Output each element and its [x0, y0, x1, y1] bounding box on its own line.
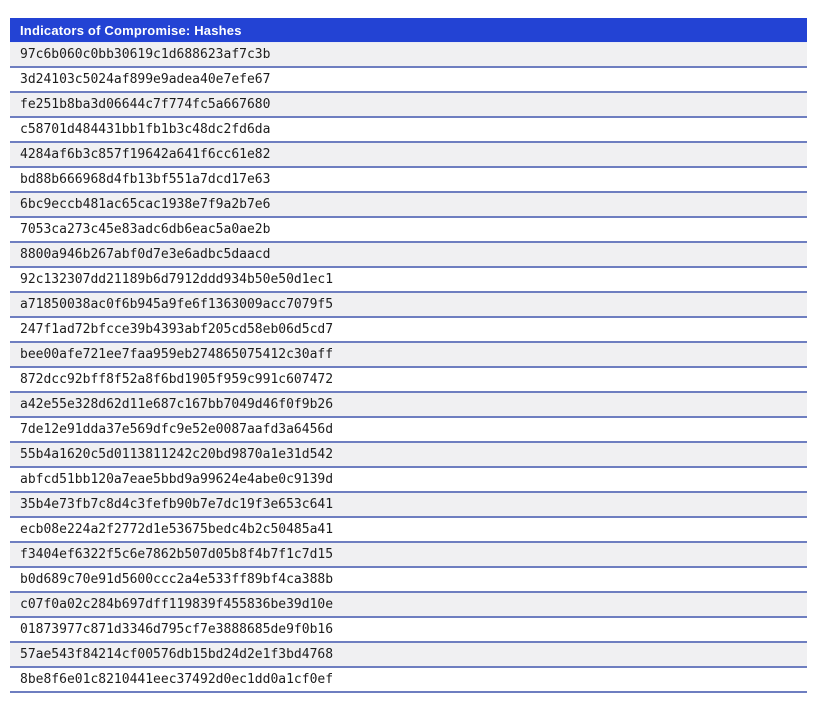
- table-title: Indicators of Compromise: Hashes: [10, 18, 807, 43]
- table-row: 6bc9eccb481ac65cac1938e7f9a2b7e6: [10, 192, 807, 217]
- hash-value: b0d689c70e91d5600ccc2a4e533ff89bf4ca388b: [10, 567, 807, 592]
- table-row: 872dcc92bff8f52a8f6bd1905f959c991c607472: [10, 367, 807, 392]
- hash-value: fe251b8ba3d06644c7f774fc5a667680: [10, 92, 807, 117]
- hash-value: 7de12e91dda37e569dfc9e52e0087aafd3a6456d: [10, 417, 807, 442]
- table-row: ecb08e224a2f2772d1e53675bedc4b2c50485a41: [10, 517, 807, 542]
- hash-value: 6bc9eccb481ac65cac1938e7f9a2b7e6: [10, 192, 807, 217]
- hash-value: ecb08e224a2f2772d1e53675bedc4b2c50485a41: [10, 517, 807, 542]
- table-row: 35b4e73fb7c8d4c3fefb90b7e7dc19f3e653c641: [10, 492, 807, 517]
- hash-value: a71850038ac0f6b945a9fe6f1363009acc7079f5: [10, 292, 807, 317]
- ioc-table: Indicators of Compromise: Hashes 97c6b06…: [10, 18, 807, 693]
- hash-value: 97c6b060c0bb30619c1d688623af7c3b: [10, 43, 807, 68]
- hash-value: a42e55e328d62d11e687c167bb7049d46f0f9b26: [10, 392, 807, 417]
- table-row: b0d689c70e91d5600ccc2a4e533ff89bf4ca388b: [10, 567, 807, 592]
- table-row: a42e55e328d62d11e687c167bb7049d46f0f9b26: [10, 392, 807, 417]
- hash-list: 97c6b060c0bb30619c1d688623af7c3b 3d24103…: [10, 43, 807, 693]
- table-row: 8800a946b267abf0d7e3e6adbc5daacd: [10, 242, 807, 267]
- hash-value: 7053ca273c45e83adc6db6eac5a0ae2b: [10, 217, 807, 242]
- table-row: 01873977c871d3346d795cf7e3888685de9f0b16: [10, 617, 807, 642]
- table-row: 7053ca273c45e83adc6db6eac5a0ae2b: [10, 217, 807, 242]
- table-row: abfcd51bb120a7eae5bbd9a99624e4abe0c9139d: [10, 467, 807, 492]
- hash-value: 8be8f6e01c8210441eec37492d0ec1dd0a1cf0ef: [10, 667, 807, 692]
- table-row: a71850038ac0f6b945a9fe6f1363009acc7079f5: [10, 292, 807, 317]
- table-row: c58701d484431bb1fb1b3c48dc2fd6da: [10, 117, 807, 142]
- hash-value: 3d24103c5024af899e9adea40e7efe67: [10, 67, 807, 92]
- hash-value: 55b4a1620c5d0113811242c20bd9870a1e31d542: [10, 442, 807, 467]
- table-row: bee00afe721ee7faa959eb274865075412c30aff: [10, 342, 807, 367]
- hash-value: f3404ef6322f5c6e7862b507d05b8f4b7f1c7d15: [10, 542, 807, 567]
- table-row: 7de12e91dda37e569dfc9e52e0087aafd3a6456d: [10, 417, 807, 442]
- table-header-row: Indicators of Compromise: Hashes: [10, 18, 807, 43]
- hash-value: 4284af6b3c857f19642a641f6cc61e82: [10, 142, 807, 167]
- table-row: 97c6b060c0bb30619c1d688623af7c3b: [10, 43, 807, 68]
- hash-value: 8800a946b267abf0d7e3e6adbc5daacd: [10, 242, 807, 267]
- table-row: f3404ef6322f5c6e7862b507d05b8f4b7f1c7d15: [10, 542, 807, 567]
- hash-value: 92c132307dd21189b6d7912ddd934b50e50d1ec1: [10, 267, 807, 292]
- table-row: c07f0a02c284b697dff119839f455836be39d10e: [10, 592, 807, 617]
- hash-value: 872dcc92bff8f52a8f6bd1905f959c991c607472: [10, 367, 807, 392]
- table-row: 57ae543f84214cf00576db15bd24d2e1f3bd4768: [10, 642, 807, 667]
- table-row: 4284af6b3c857f19642a641f6cc61e82: [10, 142, 807, 167]
- hash-value: bd88b666968d4fb13bf551a7dcd17e63: [10, 167, 807, 192]
- hash-value: 247f1ad72bfcce39b4393abf205cd58eb06d5cd7: [10, 317, 807, 342]
- table-row: 55b4a1620c5d0113811242c20bd9870a1e31d542: [10, 442, 807, 467]
- hash-value: 01873977c871d3346d795cf7e3888685de9f0b16: [10, 617, 807, 642]
- table-row: 92c132307dd21189b6d7912ddd934b50e50d1ec1: [10, 267, 807, 292]
- table-row: fe251b8ba3d06644c7f774fc5a667680: [10, 92, 807, 117]
- hash-value: abfcd51bb120a7eae5bbd9a99624e4abe0c9139d: [10, 467, 807, 492]
- table-row: 3d24103c5024af899e9adea40e7efe67: [10, 67, 807, 92]
- hash-value: c07f0a02c284b697dff119839f455836be39d10e: [10, 592, 807, 617]
- hash-value: c58701d484431bb1fb1b3c48dc2fd6da: [10, 117, 807, 142]
- hash-value: 57ae543f84214cf00576db15bd24d2e1f3bd4768: [10, 642, 807, 667]
- table-row: bd88b666968d4fb13bf551a7dcd17e63: [10, 167, 807, 192]
- hash-value: bee00afe721ee7faa959eb274865075412c30aff: [10, 342, 807, 367]
- table-row: 247f1ad72bfcce39b4393abf205cd58eb06d5cd7: [10, 317, 807, 342]
- table-row: 8be8f6e01c8210441eec37492d0ec1dd0a1cf0ef: [10, 667, 807, 692]
- hash-value: 35b4e73fb7c8d4c3fefb90b7e7dc19f3e653c641: [10, 492, 807, 517]
